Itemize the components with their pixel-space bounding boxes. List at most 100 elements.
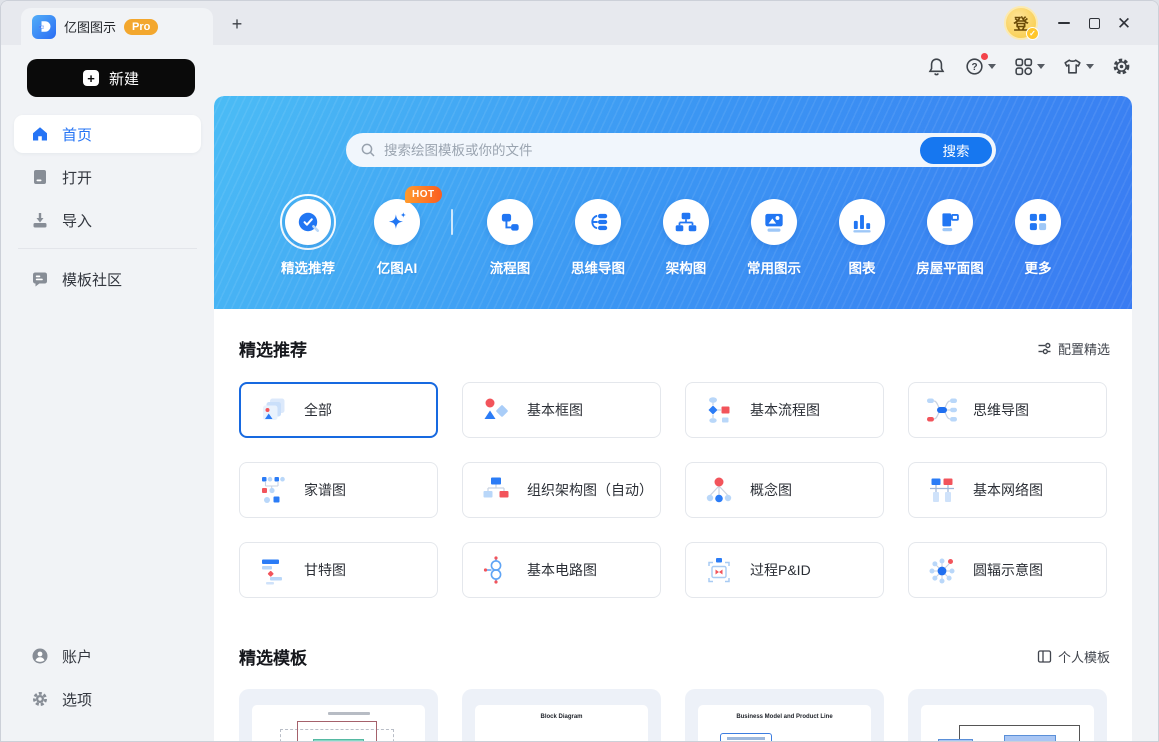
card-basic-block-diagram[interactable]: 基本框图 [462,382,661,438]
new-button-label: 新建 [108,70,139,88]
search-bar[interactable]: 搜索 [346,133,996,167]
card-label: 基本网络图 [973,482,1043,498]
card-label: 概念图 [750,482,792,498]
chevron-down-icon [1037,64,1045,69]
layout-icon [1037,649,1052,663]
sidebar-item-import[interactable]: 导入 [14,201,201,239]
template-title: Block Diagram [540,714,583,720]
gear-icon [1113,58,1130,75]
category-featured[interactable]: 精选推荐 [264,194,352,277]
template-preview [921,705,1094,741]
template-thumb-4[interactable] [908,689,1107,741]
category-more[interactable]: 更多 [994,194,1082,277]
settings-button[interactable] [1111,56,1132,77]
new-document-button[interactable]: + 新建 [27,59,195,97]
minimize-button[interactable] [1049,10,1079,36]
theme-button[interactable] [1062,56,1094,77]
maximize-icon [1088,17,1100,29]
card-label: 基本框图 [527,402,583,418]
featured-badge-icon [298,212,320,232]
main-panel: 搜索 精选推荐 亿图AI HOT [214,96,1132,741]
card-concept-map[interactable]: 概念图 [685,462,884,518]
apps-button[interactable] [1013,56,1045,77]
category-label: 架构图 [665,261,707,276]
help-button[interactable]: ? [964,53,996,77]
category-row: 精选推荐 亿图AI HOT 流程图 思维导图 架构图 常用图示 图表 房屋平面图… [214,186,1132,304]
notification-dot [981,53,988,60]
card-label: 基本流程图 [750,402,820,418]
category-ai[interactable]: 亿图AI HOT [353,186,442,277]
sidebar-nav: 首页 打开 导入 模板社区 [14,115,201,303]
options-gear-icon [31,690,49,708]
search-button[interactable]: 搜索 [920,136,992,164]
card-mind-map[interactable]: 思维导图 [908,382,1107,438]
personal-templates-button[interactable]: 个人模板 [1037,647,1110,666]
card-gantt-chart[interactable]: 甘特图 [239,542,438,598]
pro-badge: Pro [124,18,159,35]
category-label: 房屋平面图 [916,261,984,276]
titlebar: 亿图图示 Pro + 登 ✓ ✕ [1,1,1158,45]
card-all[interactable]: 全部 [239,382,438,438]
category-label: 常用图示 [747,261,801,276]
maximize-button[interactable] [1079,10,1109,36]
family-tree-icon [262,476,285,503]
card-basic-circuit[interactable]: 基本电路图 [462,542,661,598]
configure-featured-button[interactable]: 配置精选 [1037,339,1110,358]
gantt-chart-icon [262,559,282,585]
category-mindmap[interactable]: 思维导图 [554,194,642,277]
org-structure-icon [675,212,697,232]
category-common-diagrams[interactable]: 常用图示 [730,194,818,277]
sidebar-item-label: 首页 [62,126,93,144]
action-label: 配置精选 [1057,341,1110,357]
chevron-down-icon [1086,64,1094,69]
template-title: Business Model and Product Line [736,714,833,720]
sidebar-item-template-community[interactable]: 模板社区 [14,260,201,298]
org-chart-icon [483,477,509,498]
template-preview: Block Diagram [475,705,648,741]
template-thumb-3[interactable]: Business Model and Product Line [685,689,884,741]
block-diagram-icon [484,398,508,419]
image-icon [765,213,783,232]
card-label: 组织架构图（自动） [527,482,653,498]
card-circle-spoke[interactable]: 圆辐示意图 [908,542,1107,598]
bar-chart-icon [853,214,871,233]
section-title: 精选推荐 [239,340,307,360]
user-avatar[interactable]: 登 ✓ [1004,6,1039,40]
sidebar-item-open[interactable]: 打开 [14,158,201,196]
category-floor-plan[interactable]: 房屋平面图 [906,194,994,277]
templates-section-header: 精选模板 个人模板 [239,644,1110,668]
card-org-chart-auto[interactable]: 组织架构图（自动） [462,462,661,518]
category-label: 思维导图 [571,261,625,276]
card-family-tree[interactable]: 家谱图 [239,462,438,518]
sidebar-item-options[interactable]: 选项 [14,680,201,718]
card-basic-network[interactable]: 基本网络图 [908,462,1107,518]
notification-bell-button[interactable] [926,56,947,77]
search-icon [361,143,375,157]
banner: 搜索 精选推荐 亿图AI HOT [214,96,1132,309]
template-thumb-2[interactable]: Block Diagram [462,689,661,741]
sidebar-item-home[interactable]: 首页 [14,115,201,153]
flowchart-card-icon [708,397,730,423]
category-architecture[interactable]: 架构图 [642,194,730,277]
svg-text:?: ? [971,62,977,73]
category-charts[interactable]: 图表 [818,194,906,277]
card-label: 圆辐示意图 [973,562,1043,578]
card-label: 家谱图 [304,482,346,498]
template-thumb-1[interactable] [239,689,438,741]
category-flowchart[interactable]: 流程图 [466,194,554,277]
card-process-pid[interactable]: 过程P&ID [685,542,884,598]
close-button[interactable]: ✕ [1109,10,1139,36]
app-title: 亿图图示 [64,20,117,35]
apps-grid-icon [1015,58,1033,76]
circle-spoke-icon [929,558,955,584]
card-basic-flowchart[interactable]: 基本流程图 [685,382,884,438]
close-icon: ✕ [1116,13,1132,33]
app-tab[interactable]: 亿图图示 Pro [21,8,213,45]
pid-diagram-icon [708,558,730,583]
new-tab-button[interactable]: + [225,12,249,36]
home-icon [31,125,49,143]
app-logo-icon [32,14,56,39]
search-input[interactable] [384,142,920,158]
sidebar-item-account[interactable]: 账户 [14,637,201,675]
sidebar-item-label: 导入 [62,212,93,230]
